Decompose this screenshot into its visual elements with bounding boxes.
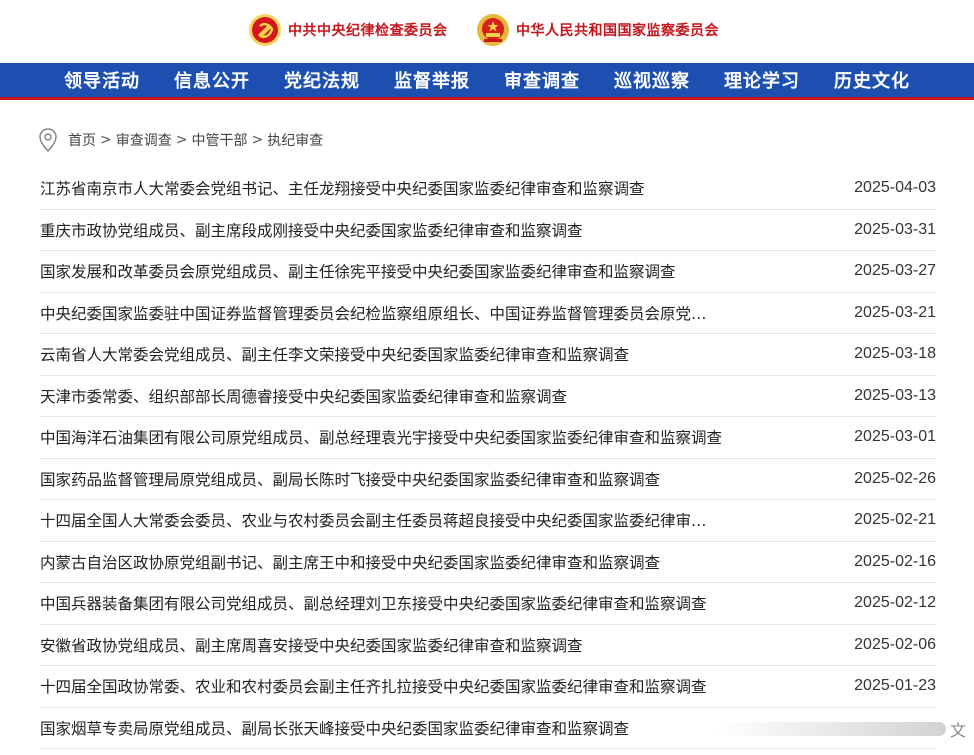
breadcrumb-current: 执纪审查 <box>267 133 324 149</box>
article-list: 江苏省南京市人大常委会党组书记、主任龙翔接受中央纪委国家监委纪律审查和监察调查 2… <box>40 168 936 749</box>
article-date: 2025-02-12 <box>854 594 936 611</box>
breadcrumb-home[interactable]: 首页 <box>68 130 96 150</box>
article-date: 2025-01-23 <box>854 677 936 694</box>
party-emblem-icon <box>249 14 281 46</box>
list-item: 天津市委常委、组织部部长周德睿接受中央纪委国家监委纪律审查和监察调查 2025-0… <box>40 376 936 417</box>
nav-item-history[interactable]: 历史文化 <box>834 67 910 93</box>
nav-item-inspection[interactable]: 巡视巡察 <box>614 67 690 93</box>
list-item: 国家发展和改革委员会原党组成员、副主任徐宪平接受中央纪委国家监委纪律审查和监察调… <box>40 251 936 293</box>
article-date: 2025-03-13 <box>854 386 936 404</box>
nav-item-leadership[interactable]: 领导活动 <box>64 67 140 93</box>
main-nav: 领导活动 信息公开 党纪法规 监督举报 审查调查 巡视巡察 理论学习 历史文化 <box>0 63 974 100</box>
article-date: 2025-02-06 <box>854 635 936 653</box>
list-item: 江苏省南京市人大常委会党组书记、主任龙翔接受中央纪委国家监委纪律审查和监察调查 2… <box>40 168 936 210</box>
article-date: 2025-03-18 <box>854 345 936 362</box>
article-date: 2025-03-21 <box>854 303 936 321</box>
article-date: 2025-03-27 <box>854 262 936 279</box>
breadcrumb-central-cadres[interactable]: 中管干部 <box>191 130 247 150</box>
article-title[interactable]: 中央纪委国家监委驻中国证券监督管理委员会纪检监察组原组长、中国证券监督管理委员会… <box>40 302 707 324</box>
watermark-char: 文 <box>949 721 966 740</box>
location-pin-icon <box>39 128 57 152</box>
watermark: 文 <box>715 717 966 741</box>
article-title[interactable]: 安徽省政协党组成员、副主席周喜安接受中央纪委国家监委纪律审查和监察调查 <box>40 634 583 656</box>
nav-item-report[interactable]: 监督举报 <box>394 67 470 93</box>
nav-item-theory[interactable]: 理论学习 <box>724 67 800 93</box>
article-date: 2025-03-01 <box>854 428 936 445</box>
article-title[interactable]: 内蒙古自治区政协原党组副书记、副主席王中和接受中央纪委国家监委纪律审查和监察调查 <box>40 551 660 573</box>
article-title[interactable]: 云南省人大常委会党组成员、副主任李文荣接受中央纪委国家监委纪律审查和监察调查 <box>40 343 629 365</box>
article-title[interactable]: 十四届全国人大常委会委员、农业与农村委员会副主任委员蒋超良接受中央纪委国家监委纪… <box>40 509 707 531</box>
article-date: 2025-03-31 <box>854 220 936 238</box>
nsc-name: 中华人民共和国国家监察委员会 <box>516 23 719 39</box>
list-item: 云南省人大常委会党组成员、副主任李文荣接受中央纪委国家监委纪律审查和监察调查 20… <box>40 334 936 376</box>
article-title[interactable]: 国家药品监督管理局原党组成员、副局长陈时飞接受中央纪委国家监委纪律审查和监察调查 <box>40 468 660 490</box>
ccdi-brand[interactable]: 中共中央纪律检查委员会 <box>248 13 448 47</box>
breadcrumb-separator: > <box>100 132 112 148</box>
list-item: 内蒙古自治区政协原党组副书记、副主席王中和接受中央纪委国家监委纪律审查和监察调查… <box>40 542 936 583</box>
nav-item-investigation[interactable]: 审查调查 <box>504 67 580 93</box>
article-date: 2025-02-16 <box>854 552 936 570</box>
article-title[interactable]: 重庆市政协党组成员、副主席段成刚接受中央纪委国家监委纪律审查和监察调查 <box>40 219 583 241</box>
breadcrumb-separator: > <box>175 132 188 148</box>
ccdi-name: 中共中央纪律检查委员会 <box>288 23 448 39</box>
breadcrumb-investigation[interactable]: 审查调查 <box>116 130 172 150</box>
list-item: 十四届全国人大常委会委员、农业与农村委员会副主任委员蒋超良接受中央纪委国家监委纪… <box>40 500 936 542</box>
nav-item-info-disclosure[interactable]: 信息公开 <box>174 67 250 93</box>
article-date: 2025-02-26 <box>854 469 936 487</box>
article-title[interactable]: 天津市委常委、组织部部长周德睿接受中央纪委国家监委纪律审查和监察调查 <box>40 385 567 407</box>
national-emblem-icon <box>477 14 509 46</box>
watermark-dots <box>715 722 946 736</box>
site-header: 中共中央纪律检查委员会 中华人民共和国国家监察委员会 <box>0 0 974 63</box>
list-item: 十四届全国政协常委、农业和农村委员会副主任齐扎拉接受中央纪委国家监委纪律审查和监… <box>40 666 936 708</box>
article-title[interactable]: 中国兵器装备集团有限公司党组成员、副总经理刘卫东接受中央纪委国家监委纪律审查和监… <box>40 592 707 614</box>
article-title[interactable]: 中国海洋石油集团有限公司原党组成员、副总经理袁光宇接受中央纪委国家监委纪律审查和… <box>40 426 722 448</box>
nsc-brand[interactable]: 中华人民共和国国家监察委员会 <box>476 13 719 47</box>
article-date: 2025-02-21 <box>854 511 936 528</box>
article-title[interactable]: 十四届全国政协常委、农业和农村委员会副主任齐扎拉接受中央纪委国家监委纪律审查和监… <box>40 675 707 697</box>
breadcrumb-separator: > <box>251 132 264 148</box>
article-title[interactable]: 国家烟草专卖局原党组成员、副局长张天峰接受中央纪委国家监委纪律审查和监察调查 <box>40 717 629 739</box>
nav-item-regulations[interactable]: 党纪法规 <box>284 67 360 93</box>
list-item: 中国海洋石油集团有限公司原党组成员、副总经理袁光宇接受中央纪委国家监委纪律审查和… <box>40 417 936 459</box>
list-item: 重庆市政协党组成员、副主席段成刚接受中央纪委国家监委纪律审查和监察调查 2025-… <box>40 210 936 251</box>
list-item: 中国兵器装备集团有限公司党组成员、副总经理刘卫东接受中央纪委国家监委纪律审查和监… <box>40 583 936 625</box>
article-title[interactable]: 国家发展和改革委员会原党组成员、副主任徐宪平接受中央纪委国家监委纪律审查和监察调… <box>40 260 676 282</box>
article-date: 2025-04-03 <box>854 179 936 196</box>
breadcrumb: 首页 > 审查调查 > 中管干部 > 执纪审查 <box>38 127 323 153</box>
list-item: 安徽省政协党组成员、副主席周喜安接受中央纪委国家监委纪律审查和监察调查 2025-… <box>40 625 936 666</box>
list-item: 中央纪委国家监委驻中国证券监督管理委员会纪检监察组原组长、中国证券监督管理委员会… <box>40 293 936 334</box>
article-title[interactable]: 江苏省南京市人大常委会党组书记、主任龙翔接受中央纪委国家监委纪律审查和监察调查 <box>40 177 645 199</box>
list-item: 国家药品监督管理局原党组成员、副局长陈时飞接受中央纪委国家监委纪律审查和监察调查… <box>40 459 936 500</box>
